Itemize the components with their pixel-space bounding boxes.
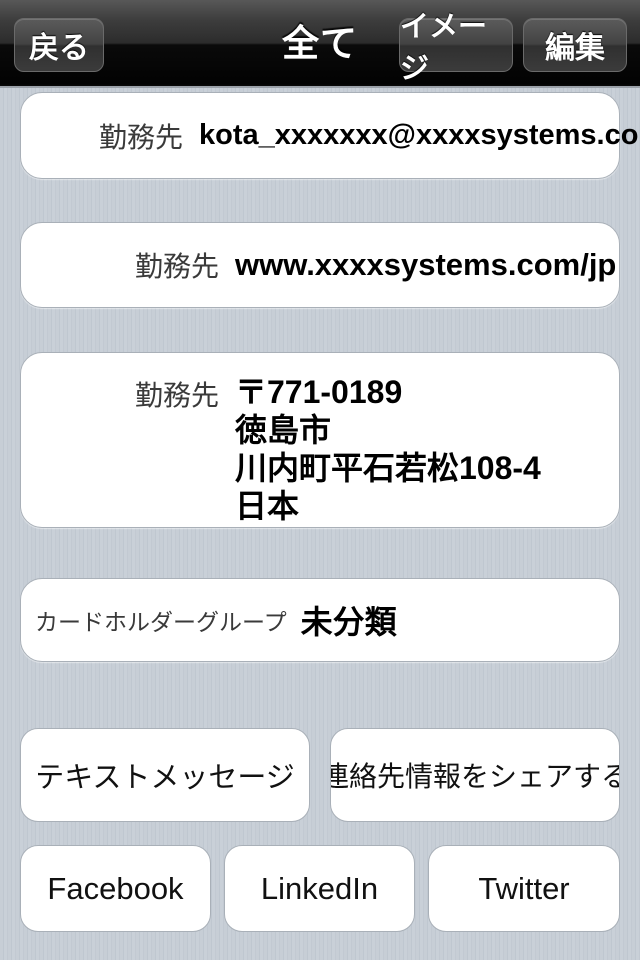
text-message-label: テキストメッセージ: [35, 762, 295, 794]
field-row: カードホルダーグループ 未分類: [21, 579, 619, 661]
field-value-cardholder-group[interactable]: 未分類: [301, 597, 397, 643]
edit-button[interactable]: 編集: [523, 18, 627, 72]
field-row: 勤務先 〒771-0189 徳島市 川内町平石若松108-4 日本: [21, 353, 619, 527]
field-card-website[interactable]: 勤務先 www.xxxxsystems.com/jp: [20, 222, 620, 308]
share-contact-button[interactable]: 連絡先情報をシェアする: [330, 728, 620, 822]
address-line-postal: 〒771-0189: [235, 374, 403, 410]
facebook-button[interactable]: Facebook: [20, 845, 211, 932]
back-button[interactable]: 戻る: [14, 18, 104, 72]
field-label-work-url: 勤務先: [134, 251, 219, 282]
field-card-address[interactable]: 勤務先 〒771-0189 徳島市 川内町平石若松108-4 日本: [20, 352, 620, 528]
facebook-label: Facebook: [47, 870, 184, 906]
share-contact-label: 連絡先情報をシェアする: [330, 761, 620, 792]
text-message-button[interactable]: テキストメッセージ: [20, 728, 310, 822]
twitter-label: Twitter: [478, 870, 570, 906]
field-value-work-address[interactable]: 〒771-0189 徳島市 川内町平石若松108-4 日本: [235, 373, 541, 525]
field-label-work-email: 勤務先: [99, 121, 184, 153]
address-line-street: 川内町平石若松108-4: [235, 450, 541, 486]
field-label-work-address: 勤務先: [134, 380, 219, 411]
field-row: 勤務先 kota_xxxxxxx@xxxxsystems.com: [21, 93, 640, 178]
field-value-work-email[interactable]: kota_xxxxxxx@xxxxsystems.com: [199, 119, 640, 152]
navigation-bar: 全て 戻る イメージ 編集: [0, 0, 640, 88]
field-card-email[interactable]: 勤務先 kota_xxxxxxx@xxxxsystems.com: [20, 92, 640, 179]
image-button[interactable]: イメージ: [399, 11, 513, 85]
address-line-city: 徳島市: [235, 412, 332, 448]
contact-detail-screen: 全て 戻る イメージ 編集 勤務先 kota_xxxxxxx@xxxxsyste…: [0, 0, 640, 960]
field-value-work-url[interactable]: www.xxxxsystems.com/jp: [235, 247, 616, 283]
linkedin-button[interactable]: LinkedIn: [224, 845, 415, 932]
field-label-cardholder-group: カードホルダーグループ: [35, 609, 287, 635]
linkedin-label: LinkedIn: [260, 870, 379, 906]
field-card-group[interactable]: カードホルダーグループ 未分類: [20, 578, 620, 662]
twitter-button[interactable]: Twitter: [428, 845, 620, 932]
field-row: 勤務先 www.xxxxsystems.com/jp: [21, 223, 619, 307]
address-line-country: 日本: [235, 488, 300, 524]
